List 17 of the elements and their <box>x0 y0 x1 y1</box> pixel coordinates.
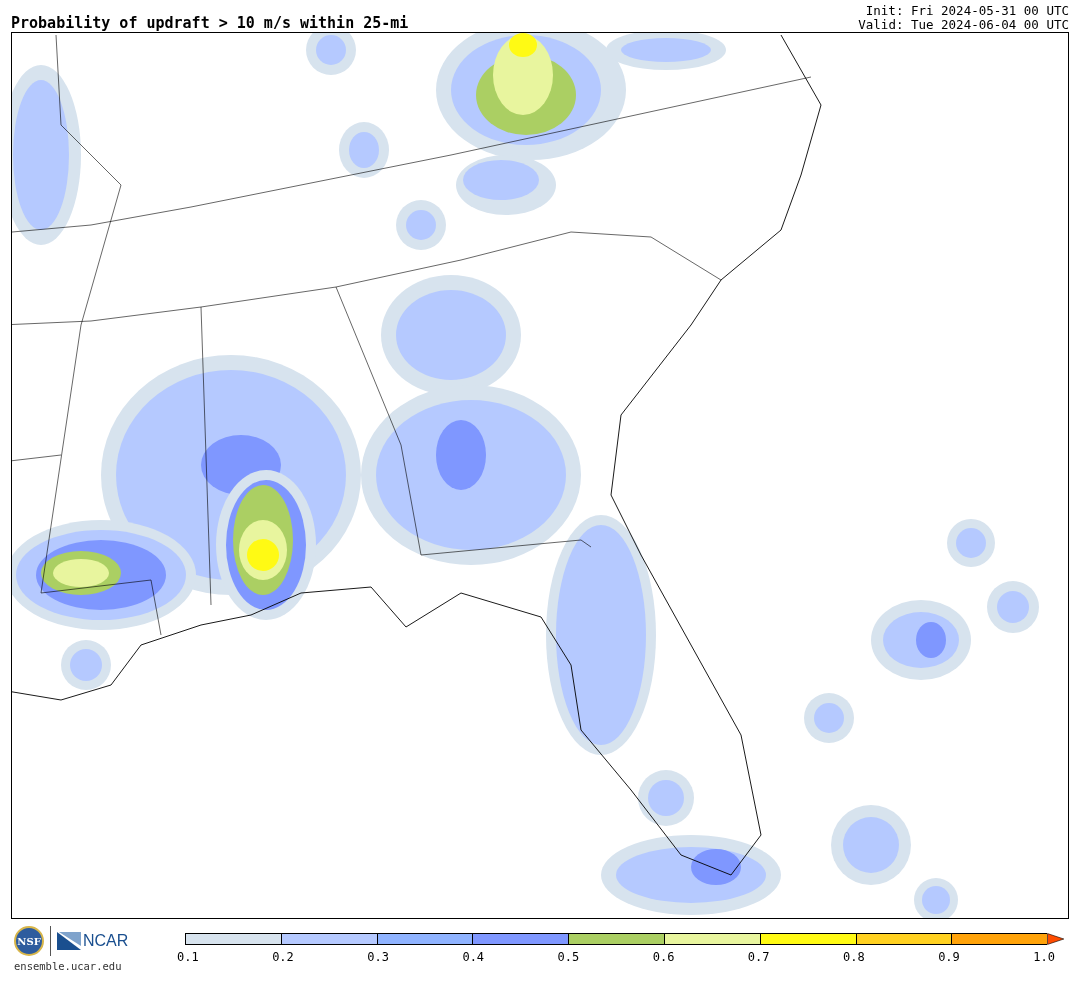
colorbar-tick-label: 0.7 <box>747 950 770 964</box>
ncar-logo: NCAR <box>83 932 129 950</box>
colorbar-tick-label: 0.5 <box>557 950 580 964</box>
colorbar-tick-label: 1.0 <box>1033 950 1055 964</box>
colorbar-tick-label: 0.2 <box>272 950 294 964</box>
colorbar-tick-label: 0.1 <box>177 950 199 964</box>
colorbar-tick-label: 0.8 <box>843 950 865 964</box>
colorbar-tick-label: 0.3 <box>367 950 389 964</box>
colorbar-tick-label: 0.9 <box>938 950 960 964</box>
map-title: Probability of updraft > 10 m/s within 25-mi <box>11 14 409 32</box>
site-url: ensemble.ucar.edu <box>14 960 123 972</box>
init-time: Init: Fri 2024-05-31 00 UTC <box>864 4 1069 18</box>
valid-time: Valid: Tue 2024-06-04 00 UTC <box>858 18 1069 32</box>
nsf-logo: NSF <box>14 926 44 956</box>
ncar-emblem-icon <box>57 932 81 950</box>
colorbar-tick-label: 0.4 <box>462 950 485 964</box>
colorbar-tick-label: 0.6 <box>652 950 675 964</box>
